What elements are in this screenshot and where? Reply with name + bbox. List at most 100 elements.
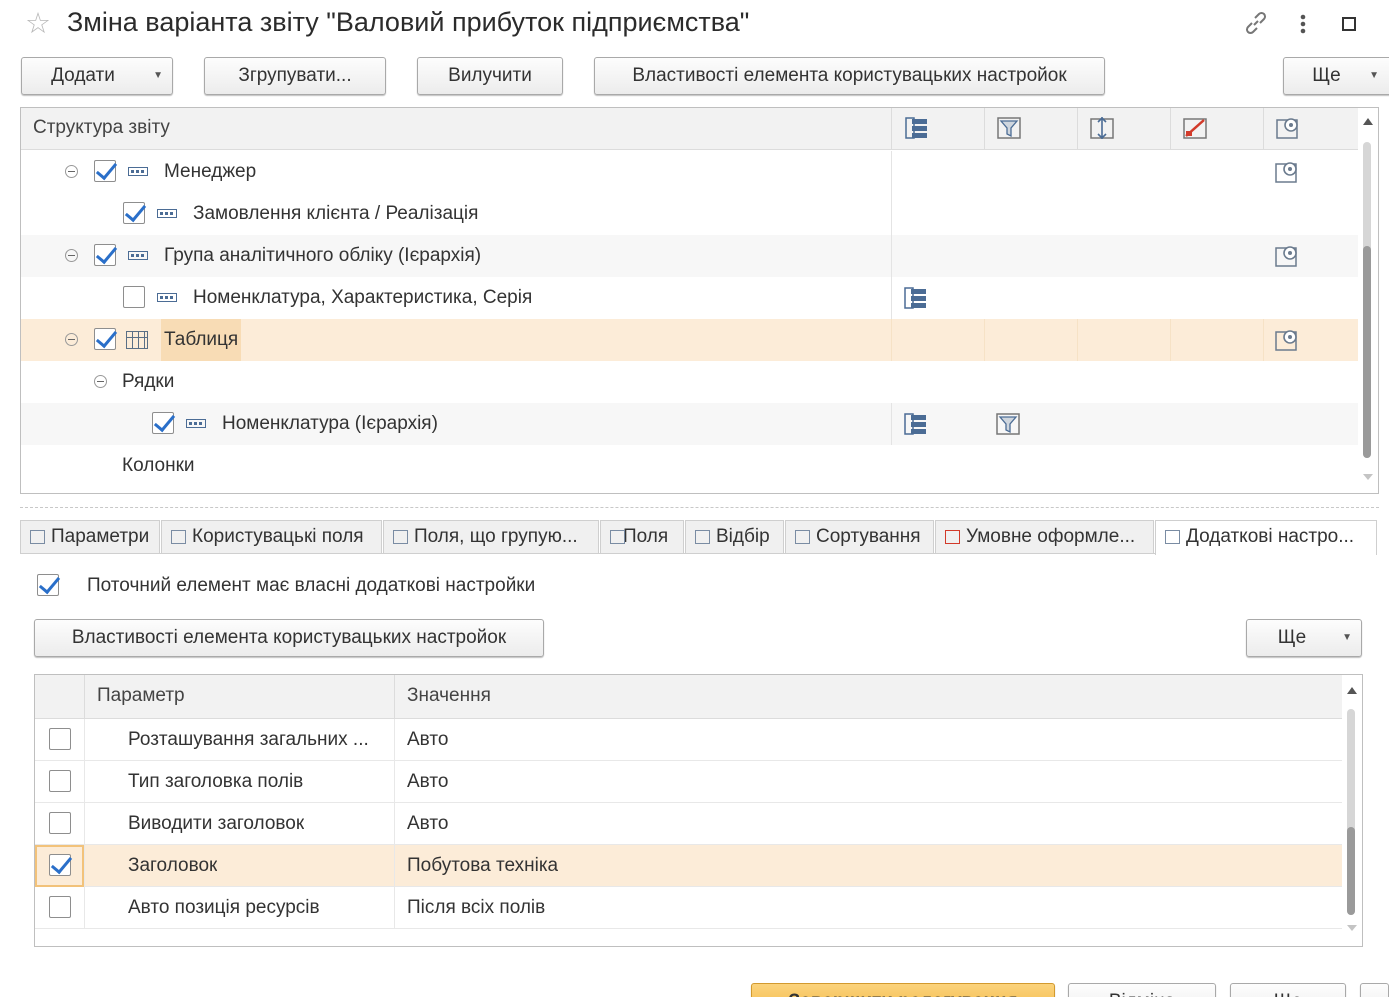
report-structure-table[interactable]: Структура звіту Менеджер Замовлення кліє… — [20, 107, 1379, 494]
row-checkbox[interactable] — [94, 328, 116, 350]
cancel-button[interactable]: Відміна — [1068, 983, 1216, 997]
grouping-icon — [128, 167, 148, 176]
tree-row[interactable]: Група аналітичного обліку (Ієрархія) — [21, 235, 1358, 277]
tab-user-fields[interactable]: Користувацькі поля — [161, 520, 382, 554]
maximize-icon[interactable] — [1334, 10, 1364, 38]
favorite-star-icon[interactable]: ☆ — [25, 9, 51, 39]
chevron-down-icon: ▼ — [1369, 70, 1379, 81]
tree-row[interactable]: Рядки — [21, 361, 1358, 403]
conditional-format-column-header[interactable] — [1170, 108, 1263, 150]
structure-scrollbar[interactable] — [1358, 108, 1378, 493]
tree-row[interactable]: Колонки — [21, 445, 1358, 487]
fields-icon[interactable] — [903, 412, 927, 436]
divider — [84, 675, 85, 719]
parameter-row[interactable]: Розташування загальних ... Авто — [35, 719, 1342, 761]
tab-grouping-fields[interactable]: Поля, що групую... — [383, 520, 599, 554]
grouping-icon — [186, 419, 206, 428]
divider — [1077, 319, 1078, 361]
settings-icon[interactable] — [1275, 328, 1299, 352]
remove-button[interactable]: Вилучити — [417, 57, 563, 95]
parameters-table[interactable]: Параметр Значення Розташування загальних… — [34, 674, 1363, 947]
row-checkbox[interactable] — [94, 244, 116, 266]
row-checkbox[interactable] — [123, 202, 145, 224]
row-checkbox[interactable] — [49, 896, 71, 918]
parameter-value[interactable]: Авто — [407, 771, 448, 793]
parameter-row[interactable]: Авто позиція ресурсів Після всіх полів — [35, 887, 1342, 929]
filter-icon[interactable] — [996, 412, 1020, 436]
parameter-row[interactable]: Виводити заголовок Авто — [35, 803, 1342, 845]
row-label: Номенклатура (Ієрархія) — [222, 413, 438, 434]
parameter-row[interactable]: Тип заголовка полів Авто — [35, 761, 1342, 803]
filter-column-header[interactable] — [984, 108, 1077, 150]
own-settings-checkbox[interactable] — [37, 574, 59, 596]
scroll-thumb[interactable] — [1347, 827, 1355, 915]
element-properties-button[interactable]: Властивості елемента користувацьких наст… — [34, 619, 544, 657]
tab-fields[interactable]: Поля — [600, 520, 684, 554]
sort-column-header[interactable] — [1077, 108, 1170, 150]
tab-conditional-format[interactable]: Умовне оформле... — [935, 520, 1154, 554]
collapse-icon[interactable] — [65, 165, 78, 178]
parameter-row-selected[interactable]: Заголовок Побутова техніка — [35, 845, 1342, 887]
more-button[interactable]: Ще ▼ — [1246, 619, 1362, 657]
more-button[interactable]: Ще ▼ — [1283, 57, 1389, 95]
parameter-value[interactable]: Побутова техніка — [407, 855, 558, 877]
group-button[interactable]: Згрупувати... — [204, 57, 386, 95]
tree-row[interactable]: Номенклатура (Ієрархія) — [21, 403, 1358, 445]
splitter[interactable] — [20, 507, 1379, 508]
tree-row-selected[interactable]: Таблиця — [21, 319, 1358, 361]
fields-column-header[interactable] — [891, 108, 984, 150]
settings-column-header[interactable] — [1263, 108, 1356, 150]
row-checkbox[interactable] — [94, 160, 116, 182]
settings-icon[interactable] — [1275, 160, 1299, 184]
help-button[interactable] — [1360, 983, 1389, 997]
more-button[interactable]: Ще — [1230, 983, 1346, 997]
divider — [891, 319, 892, 361]
tab-additional-settings[interactable]: Додаткові настро... — [1155, 520, 1377, 555]
collapse-icon[interactable] — [65, 249, 78, 262]
scroll-up-icon[interactable] — [1347, 687, 1357, 694]
tab-parameters[interactable]: Параметри — [20, 520, 160, 554]
add-button-label: Додати — [51, 65, 115, 86]
divider — [891, 193, 892, 235]
settings-icon[interactable] — [1275, 244, 1299, 268]
row-checkbox[interactable] — [123, 286, 145, 308]
column-header-parameter[interactable]: Параметр — [97, 685, 185, 707]
divider — [84, 719, 85, 761]
row-checkbox[interactable] — [49, 728, 71, 750]
row-checkbox-cell — [35, 719, 84, 761]
scroll-thumb[interactable] — [1363, 246, 1371, 458]
tab-filter[interactable]: Відбір — [685, 520, 784, 554]
collapse-icon[interactable] — [65, 333, 78, 346]
row-checkbox[interactable] — [49, 770, 71, 792]
sort-icon — [795, 530, 810, 544]
tab-label: Відбір — [716, 526, 770, 547]
tree-row[interactable]: Менеджер — [21, 151, 1358, 193]
collapse-icon[interactable] — [94, 375, 107, 388]
link-icon[interactable] — [1241, 10, 1271, 38]
scroll-down-icon[interactable] — [1363, 474, 1373, 480]
row-checkbox[interactable] — [152, 412, 174, 434]
element-properties-button[interactable]: Властивості елемента користувацьких наст… — [594, 57, 1105, 95]
finish-editing-button[interactable]: Завершити редагування — [751, 983, 1055, 997]
parameter-value[interactable]: Після всіх полів — [407, 897, 545, 919]
parameter-value[interactable]: Авто — [407, 813, 448, 835]
row-checkbox[interactable] — [49, 812, 71, 834]
tree-row[interactable]: Замовлення клієнта / Реалізація — [21, 193, 1358, 235]
tab-sorting[interactable]: Сортування — [785, 520, 934, 554]
fields-icon[interactable] — [903, 286, 927, 310]
column-header-value[interactable]: Значення — [407, 685, 491, 707]
tab-label: Поля, що групую... — [414, 526, 578, 547]
parameters-icon — [30, 530, 45, 544]
add-button[interactable]: Додати ▼ — [21, 57, 173, 95]
scroll-up-icon[interactable] — [1363, 118, 1373, 125]
row-label: Колонки — [122, 455, 195, 476]
scroll-down-icon[interactable] — [1347, 925, 1357, 931]
row-checkbox[interactable] — [49, 854, 71, 876]
window-title: Зміна варіанта звіту "Валовий прибуток п… — [67, 7, 750, 37]
user-fields-icon — [171, 530, 186, 544]
tree-row[interactable]: Номенклатура, Характеристика, Серія — [21, 277, 1358, 319]
parameters-scrollbar[interactable] — [1342, 675, 1362, 946]
more-icon[interactable] — [1288, 10, 1318, 38]
settings-tabs: Параметри Користувацькі поля Поля, що гр… — [20, 520, 1379, 555]
parameter-value[interactable]: Авто — [407, 729, 448, 751]
